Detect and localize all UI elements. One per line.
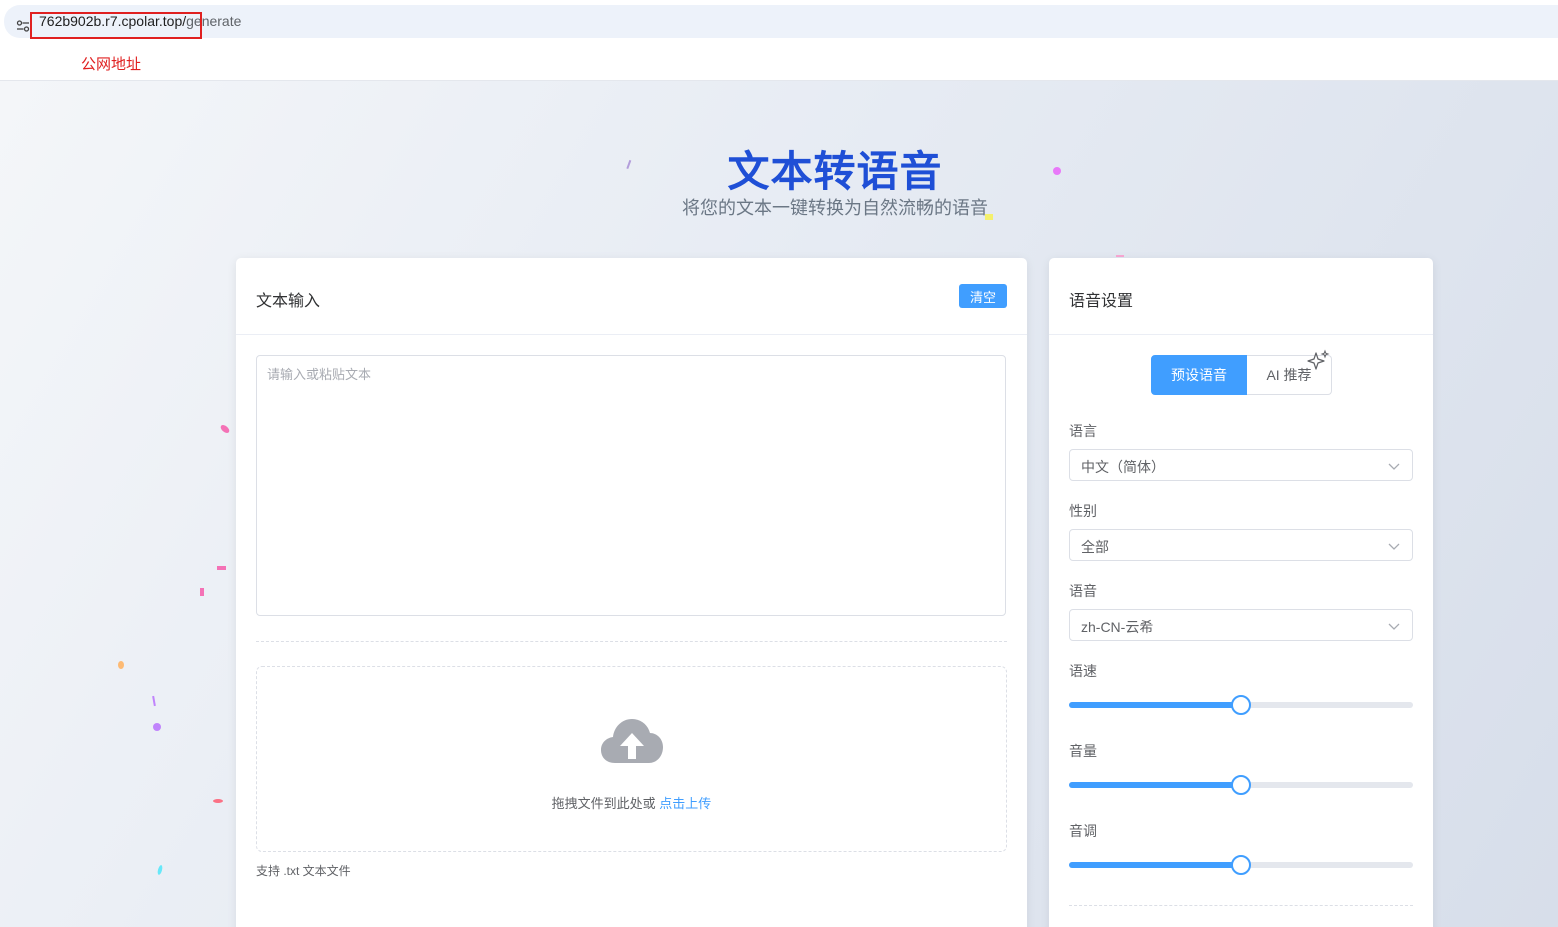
- pitch-slider-fill: [1069, 862, 1241, 868]
- voice-settings-card: 语音设置 预设语音 AI 推荐 语言 中文（简体） 性别 全部 语音 zh-CN…: [1049, 258, 1433, 927]
- text-input-area[interactable]: [256, 355, 1006, 616]
- volume-slider-thumb[interactable]: [1231, 775, 1251, 795]
- upload-drag-text: 拖拽文件到此处或: [551, 796, 660, 811]
- rate-slider-thumb[interactable]: [1231, 695, 1251, 715]
- pitch-slider-thumb[interactable]: [1231, 855, 1251, 875]
- volume-slider-fill: [1069, 782, 1241, 788]
- gender-select[interactable]: 全部: [1069, 529, 1413, 561]
- gender-label: 性别: [1069, 503, 1097, 519]
- site-settings-icon[interactable]: [16, 19, 30, 33]
- text-input-title: 文本输入: [256, 293, 321, 310]
- tab-preset-voice[interactable]: 预设语音: [1151, 355, 1247, 395]
- voice-settings-title: 语音设置: [1069, 293, 1134, 310]
- rate-slider[interactable]: [1069, 695, 1413, 715]
- voice-settings-header: 语音设置: [1049, 258, 1433, 335]
- language-select[interactable]: 中文（简体）: [1069, 449, 1413, 481]
- pitch-slider[interactable]: [1069, 855, 1413, 875]
- page-content: 文本转语音 将您的文本一键转换为自然流畅的语音 文本输入 清空 拖拽文件到此处或…: [0, 81, 1558, 927]
- volume-slider[interactable]: [1069, 775, 1413, 795]
- browser-address-bar: 762b902b.r7.cpolar.top/generate 公网地址: [0, 0, 1558, 81]
- chevron-down-icon: [1388, 463, 1400, 470]
- volume-label: 音量: [1069, 743, 1097, 759]
- page-title: 文本转语音: [727, 148, 943, 195]
- chevron-down-icon: [1388, 623, 1400, 630]
- upload-tip: 支持 .txt 文本文件: [256, 864, 351, 878]
- upload-instructions: 拖拽文件到此处或 点击上传: [257, 793, 1006, 812]
- voice-label: 语音: [1069, 583, 1097, 599]
- chevron-down-icon: [1388, 543, 1400, 550]
- public-address-annotation: 公网地址: [81, 56, 142, 73]
- voice-value: zh-CN-云希: [1081, 619, 1154, 635]
- pitch-label: 音调: [1069, 823, 1097, 839]
- section-divider: [256, 641, 1007, 642]
- upload-cloud-icon: [601, 719, 663, 763]
- url-highlight-box: [30, 12, 202, 39]
- clear-button[interactable]: 清空: [959, 284, 1007, 308]
- page-subtitle: 将您的文本一键转换为自然流畅的语音: [682, 198, 988, 218]
- click-upload-link[interactable]: 点击上传: [659, 796, 711, 811]
- voice-select[interactable]: zh-CN-云希: [1069, 609, 1413, 641]
- sparkle-icon: [1307, 349, 1330, 370]
- settings-divider: [1069, 905, 1413, 906]
- gender-value: 全部: [1081, 539, 1109, 555]
- voice-mode-tabs: 预设语音 AI 推荐: [1151, 355, 1332, 395]
- text-input-card-header: 文本输入 清空: [236, 258, 1027, 335]
- file-upload-dropzone[interactable]: 拖拽文件到此处或 点击上传: [256, 666, 1007, 852]
- text-input-card: 文本输入 清空 拖拽文件到此处或 点击上传 支持 .txt 文本文件: [236, 258, 1027, 927]
- language-value: 中文（简体）: [1081, 459, 1165, 475]
- language-label: 语言: [1069, 423, 1097, 439]
- rate-slider-fill: [1069, 702, 1241, 708]
- rate-label: 语速: [1069, 663, 1097, 679]
